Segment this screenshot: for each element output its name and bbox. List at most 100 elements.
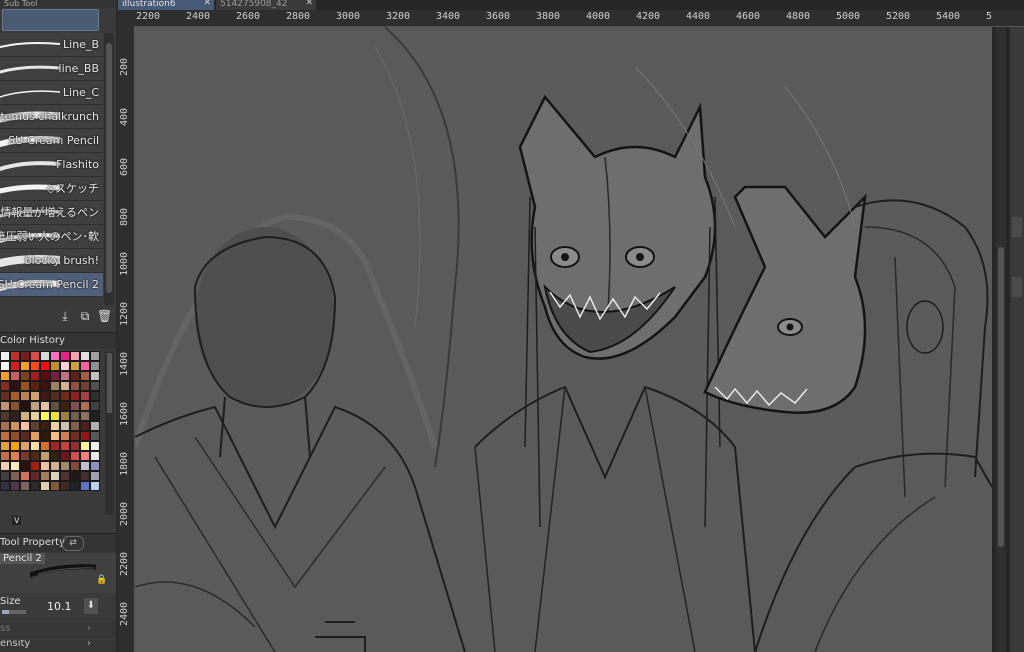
color-swatch[interactable] (50, 451, 60, 461)
color-swatch[interactable] (30, 391, 40, 401)
color-swatch[interactable] (20, 391, 30, 401)
color-swatch[interactable] (90, 471, 100, 481)
color-swatch[interactable] (90, 451, 100, 461)
color-swatch[interactable] (40, 451, 50, 461)
color-swatch[interactable] (50, 381, 60, 391)
color-swatch[interactable] (50, 411, 60, 421)
color-swatch[interactable] (60, 351, 70, 361)
color-swatch[interactable] (70, 371, 80, 381)
color-swatch[interactable] (60, 361, 70, 371)
color-swatch[interactable] (90, 401, 100, 411)
color-swatch[interactable] (20, 481, 30, 491)
color-swatch[interactable] (30, 471, 40, 481)
color-swatch[interactable] (60, 421, 70, 431)
color-swatch[interactable] (20, 461, 30, 471)
brush-item[interactable]: artemus chalkrunch (0, 105, 103, 129)
color-swatch[interactable] (0, 471, 10, 481)
color-swatch[interactable] (50, 351, 60, 361)
color-swatch[interactable] (80, 411, 90, 421)
lock-icon[interactable]: 🔒 (96, 575, 107, 585)
color-swatch[interactable] (20, 441, 30, 451)
color-swatch[interactable] (80, 471, 90, 481)
brush-item[interactable]: SU-Cream Pencil (0, 129, 103, 153)
brush-size-slider[interactable] (2, 610, 26, 614)
color-swatch[interactable] (90, 361, 100, 371)
color-swatch[interactable] (60, 391, 70, 401)
color-swatch[interactable] (40, 351, 50, 361)
color-swatch[interactable] (30, 441, 40, 451)
color-swatch[interactable] (30, 371, 40, 381)
download-icon[interactable]: ⤓ (58, 309, 72, 323)
color-swatch[interactable] (80, 371, 90, 381)
color-swatch[interactable] (80, 421, 90, 431)
brush-item[interactable]: Flashito (0, 153, 103, 177)
brush-item[interactable]: SU-Cream Pencil 2 (0, 273, 103, 297)
color-swatch[interactable] (70, 351, 80, 361)
color-swatch[interactable] (20, 361, 30, 371)
color-swatch[interactable] (0, 411, 10, 421)
scrollbar-thumb[interactable] (998, 247, 1004, 547)
color-swatch[interactable] (10, 431, 20, 441)
color-swatch[interactable] (60, 411, 70, 421)
color-swatch[interactable] (60, 371, 70, 381)
brush-search-bar[interactable] (2, 9, 99, 31)
size-download-icon[interactable]: ⬇ (84, 598, 98, 614)
color-swatch[interactable] (50, 391, 60, 401)
scrollbar-thumb[interactable] (106, 43, 112, 293)
color-swatch[interactable] (70, 461, 80, 471)
color-swatch[interactable] (50, 421, 60, 431)
color-swatch[interactable] (70, 421, 80, 431)
color-swatch[interactable] (50, 471, 60, 481)
color-swatch[interactable] (40, 411, 50, 421)
color-swatch[interactable] (10, 411, 20, 421)
color-swatch[interactable] (20, 431, 30, 441)
color-swatch[interactable] (90, 351, 100, 361)
color-swatch[interactable] (20, 421, 30, 431)
color-swatch[interactable] (70, 481, 80, 491)
color-history-scrollbar[interactable] (105, 351, 114, 515)
color-swatch[interactable] (60, 461, 70, 471)
color-swatch[interactable] (60, 451, 70, 461)
color-swatch[interactable] (40, 401, 50, 411)
color-swatch[interactable] (30, 461, 40, 471)
color-swatch[interactable] (20, 451, 30, 461)
close-icon[interactable]: ✕ (305, 0, 313, 8)
color-swatch[interactable] (70, 401, 80, 411)
color-swatch[interactable] (60, 471, 70, 481)
duplicate-icon[interactable]: ⧉ (78, 309, 92, 323)
color-swatch[interactable] (0, 391, 10, 401)
color-swatch[interactable] (0, 441, 10, 451)
color-swatch[interactable] (60, 381, 70, 391)
color-swatch[interactable] (40, 361, 50, 371)
brush-list-scrollbar[interactable] (104, 33, 114, 305)
color-swatch[interactable] (0, 351, 10, 361)
color-swatch[interactable] (30, 451, 40, 461)
dock-tab[interactable] (1012, 217, 1022, 237)
color-swatch[interactable] (10, 421, 20, 431)
color-swatch[interactable] (80, 361, 90, 371)
color-swatch[interactable] (80, 381, 90, 391)
color-swatch[interactable] (40, 461, 50, 471)
color-swatch[interactable] (70, 411, 80, 421)
color-swatch[interactable] (0, 431, 10, 441)
color-swatch[interactable] (0, 461, 10, 471)
color-swatch[interactable] (90, 441, 100, 451)
drawing-canvas[interactable] (135, 27, 992, 652)
tab-illustration6[interactable]: illustration6 ✕ (118, 0, 214, 10)
color-swatch[interactable] (10, 481, 20, 491)
brush-size-value[interactable]: 10.1 (47, 600, 72, 613)
color-swatch[interactable] (30, 401, 40, 411)
color-swatch[interactable] (20, 381, 30, 391)
color-swatch[interactable] (10, 371, 20, 381)
color-swatch[interactable] (30, 431, 40, 441)
color-swatch[interactable] (0, 381, 10, 391)
chevron-right-icon[interactable]: › (87, 623, 91, 634)
color-swatch[interactable] (40, 431, 50, 441)
color-swatch[interactable] (80, 401, 90, 411)
color-swatch[interactable] (70, 451, 80, 461)
scrollbar-thumb[interactable] (107, 353, 112, 413)
color-swatch[interactable] (90, 431, 100, 441)
close-icon[interactable]: ✕ (203, 0, 211, 8)
color-swatch[interactable] (30, 421, 40, 431)
color-swatch[interactable] (0, 401, 10, 411)
